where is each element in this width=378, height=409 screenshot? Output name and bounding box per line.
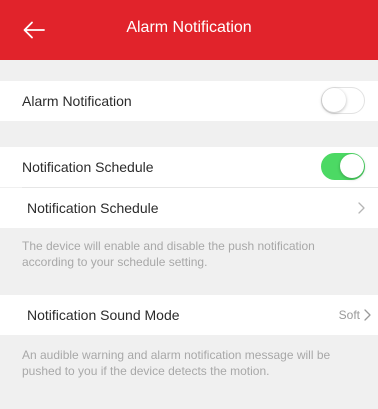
header-bar: Alarm Notification [0, 0, 378, 60]
alarm-notification-label: Alarm Notification [22, 93, 132, 109]
notification-sound-mode-row[interactable]: Notification Sound Mode Soft [0, 295, 378, 335]
alarm-notification-screen: Alarm Notification Alarm Notification No… [0, 0, 378, 409]
sound-mode-value: Soft [338, 308, 360, 322]
notification-sound-mode-label: Notification Sound Mode [27, 307, 180, 323]
toggle-knob [340, 154, 364, 178]
schedule-description: The device will enable and disable the p… [22, 239, 315, 269]
toggle-knob [322, 88, 346, 112]
notification-schedule-toggle-label: Notification Schedule [22, 159, 154, 175]
notification-schedule-toggle[interactable] [321, 153, 365, 180]
alarm-notification-toggle[interactable] [321, 87, 365, 114]
chevron-right-icon [358, 202, 365, 214]
page-title: Alarm Notification [126, 19, 252, 36]
notification-schedule-toggle-row: Notification Schedule [0, 147, 378, 187]
alarm-notification-row: Alarm Notification [0, 81, 378, 121]
notification-schedule-link-label: Notification Schedule [27, 200, 159, 216]
sound-mode-description: An audible warning and alarm notificatio… [22, 348, 331, 378]
notification-schedule-link-row[interactable]: Notification Schedule [0, 188, 378, 228]
chevron-right-icon [364, 309, 371, 321]
